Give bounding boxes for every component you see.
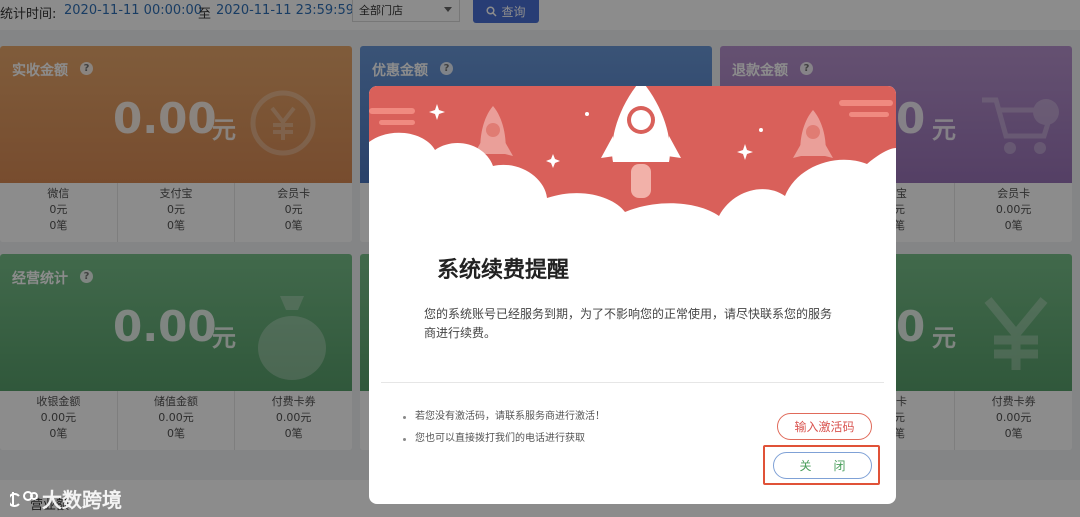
tip-item: 您也可以直接拨打我们的电话进行获取 <box>401 428 605 450</box>
watermark: 大数跨境 <box>10 484 122 513</box>
dialog-description: 您的系统账号已经服务到期，为了不影响您的正常使用，请尽快联系您的服务商进行续费。 <box>424 307 833 340</box>
dialog-tips: 若您没有激活码，请联系服务商进行激活！ 您也可以直接拨打我们的电话进行获取 <box>401 406 605 450</box>
watermark-text: 大数跨境 <box>42 488 122 512</box>
close-button[interactable]: 关闭 <box>773 452 872 479</box>
renewal-reminder-dialog: 系统续费提醒 您的系统账号已经服务到期，为了不影响您的正常使用，请尽快联系您的服… <box>369 86 896 504</box>
watermark-logo-icon <box>10 490 38 507</box>
dialog-divider <box>381 382 884 383</box>
tip-item: 若您没有激活码，请联系服务商进行激活！ <box>401 406 605 428</box>
dialog-title: 系统续费提醒 <box>437 258 570 283</box>
enter-activation-code-button[interactable]: 输入激活码 <box>777 413 872 440</box>
rocket-banner-illustration <box>369 86 896 246</box>
